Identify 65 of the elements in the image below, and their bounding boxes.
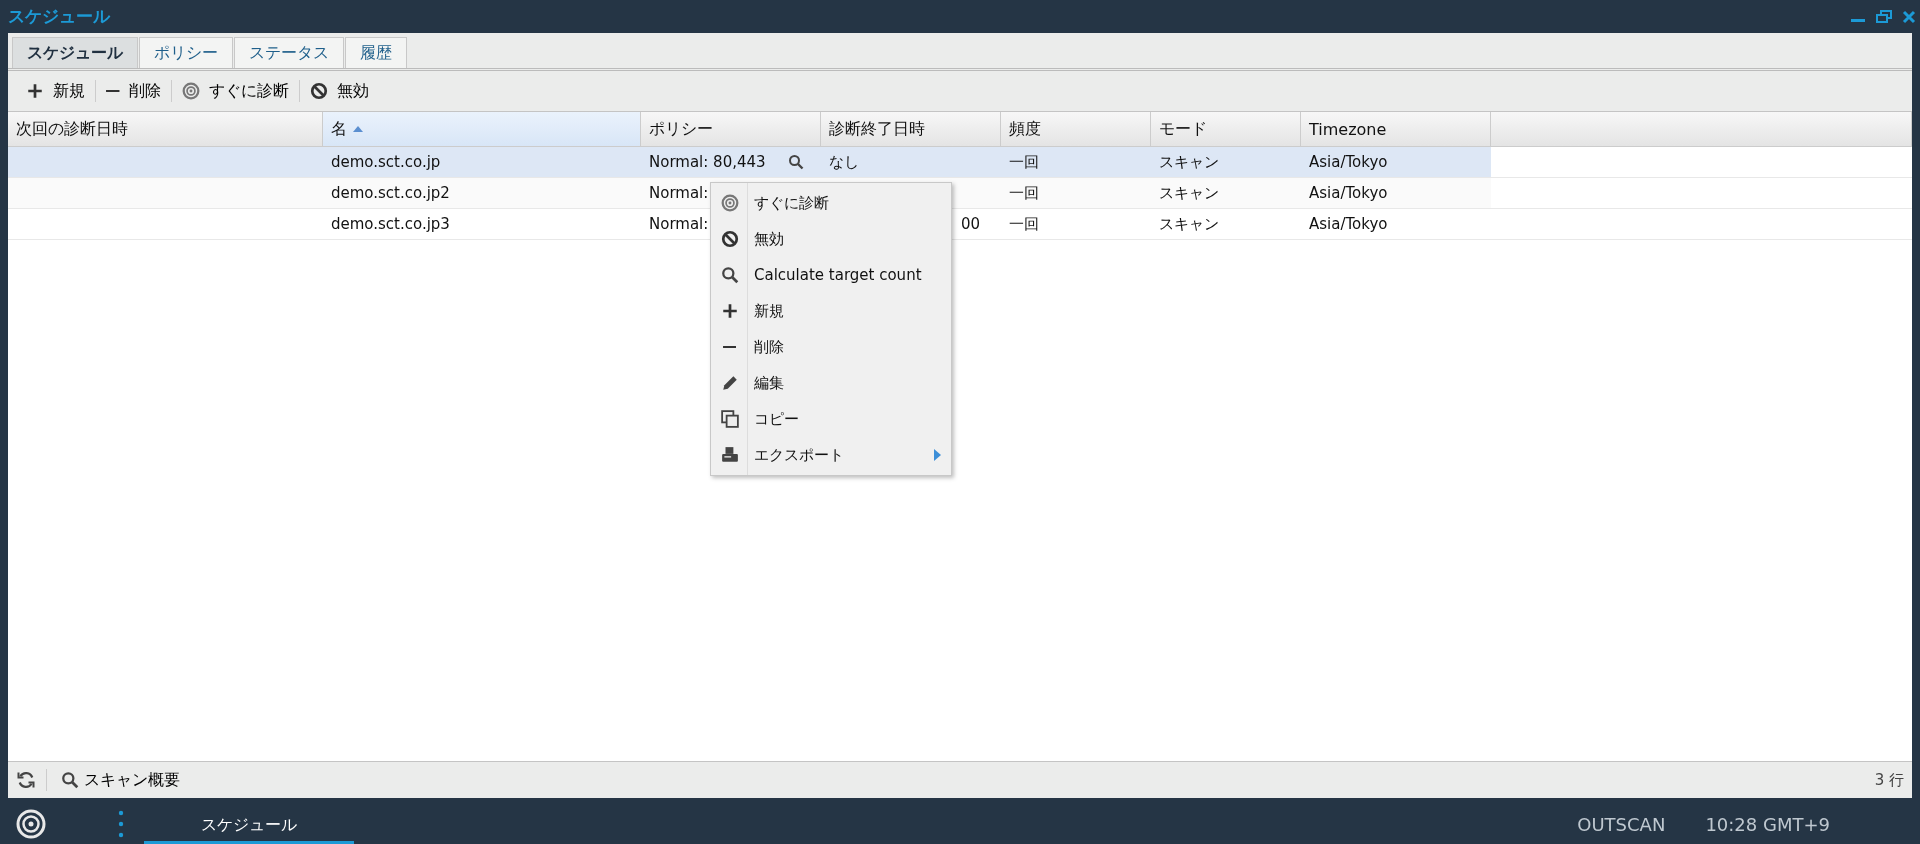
table-cell: スキャン — [1159, 214, 1219, 234]
menu-item[interactable]: Calculate target count — [711, 257, 951, 293]
table-cell: Normal: — [649, 215, 709, 233]
menu-item[interactable]: 新規 — [711, 293, 951, 329]
tab[interactable]: 履歴 — [345, 37, 407, 68]
table-cell: demo.sct.co.jp2 — [331, 184, 450, 202]
restore-icon[interactable] — [1876, 9, 1892, 24]
column-header[interactable]: 頻度 — [1001, 112, 1151, 146]
prohibited-icon — [309, 82, 328, 100]
printer-icon — [720, 446, 739, 464]
more-icon[interactable] — [118, 810, 124, 838]
table-cell: demo.sct.co.jp — [331, 153, 441, 171]
plus-icon — [26, 82, 44, 100]
refresh-icon[interactable] — [16, 770, 36, 790]
target-icon[interactable] — [16, 809, 46, 839]
target-icon — [720, 194, 739, 212]
menu-item[interactable]: コピー — [711, 401, 951, 437]
toolbar-button[interactable]: 新規 — [16, 80, 95, 102]
table-cell: 一回 — [1009, 214, 1039, 234]
toolbar-button[interactable]: 無効 — [299, 80, 379, 102]
sort-ascending-icon — [353, 126, 363, 132]
tab[interactable]: スケジュール — [12, 37, 138, 68]
column-header[interactable]: モード — [1151, 112, 1301, 146]
taskbar-item[interactable]: スケジュール — [144, 804, 354, 844]
plus-icon — [720, 302, 739, 320]
scan-summary-button[interactable]: スキャン概要 — [57, 769, 184, 791]
copy-icon — [720, 410, 739, 428]
close-icon[interactable] — [1902, 9, 1916, 24]
table-cell: 一回 — [1009, 152, 1039, 172]
table-cell: スキャン — [1159, 183, 1219, 203]
table-cell: 00 — [961, 215, 981, 233]
search-icon — [720, 266, 739, 284]
table-cell: Asia/Tokyo — [1309, 153, 1388, 171]
target-icon — [181, 82, 200, 100]
column-header[interactable]: 診断終了日時 — [821, 112, 1001, 146]
menu-item[interactable]: エクスポート — [711, 437, 951, 473]
table-cell: なし — [829, 152, 859, 172]
menu-item[interactable]: 編集 — [711, 365, 951, 401]
menu-item[interactable]: 削除 — [711, 329, 951, 365]
minus-icon — [106, 89, 120, 93]
table-cell: demo.sct.co.jp3 — [331, 215, 450, 233]
table-cell: Normal: 80,443 — [649, 153, 766, 171]
table-cell: 一回 — [1009, 183, 1039, 203]
search-icon — [61, 771, 79, 789]
prohibited-icon — [720, 230, 739, 248]
minus-icon — [722, 345, 737, 349]
column-header[interactable]: Timezone — [1301, 112, 1491, 146]
product-name: OUTSCAN — [1577, 813, 1666, 835]
row-count: 3 行 — [1874, 770, 1904, 790]
table-cell: Asia/Tokyo — [1309, 215, 1388, 233]
search-icon — [787, 154, 804, 170]
toolbar-button[interactable]: 削除 — [96, 80, 171, 102]
clock: 10:28 GMT+9 — [1705, 813, 1830, 835]
toolbar-button[interactable]: すぐに診断 — [171, 80, 299, 102]
table-row[interactable]: demo.sct.co.jp Normal: 80,443 なし 一回 スキャン Asia/Tokyo — [8, 147, 1912, 178]
column-header[interactable]: 名 — [323, 112, 641, 146]
table-cell: スキャン — [1159, 152, 1219, 172]
window-title: スケジュール — [8, 5, 112, 28]
submenu-arrow-icon — [934, 449, 941, 461]
table-cell: Normal: — [649, 184, 709, 202]
pencil-icon — [720, 374, 739, 392]
column-header[interactable]: ポリシー — [641, 112, 821, 146]
tab[interactable]: ステータス — [234, 37, 344, 68]
table-cell: Asia/Tokyo — [1309, 184, 1388, 202]
tab[interactable]: ポリシー — [139, 37, 233, 68]
